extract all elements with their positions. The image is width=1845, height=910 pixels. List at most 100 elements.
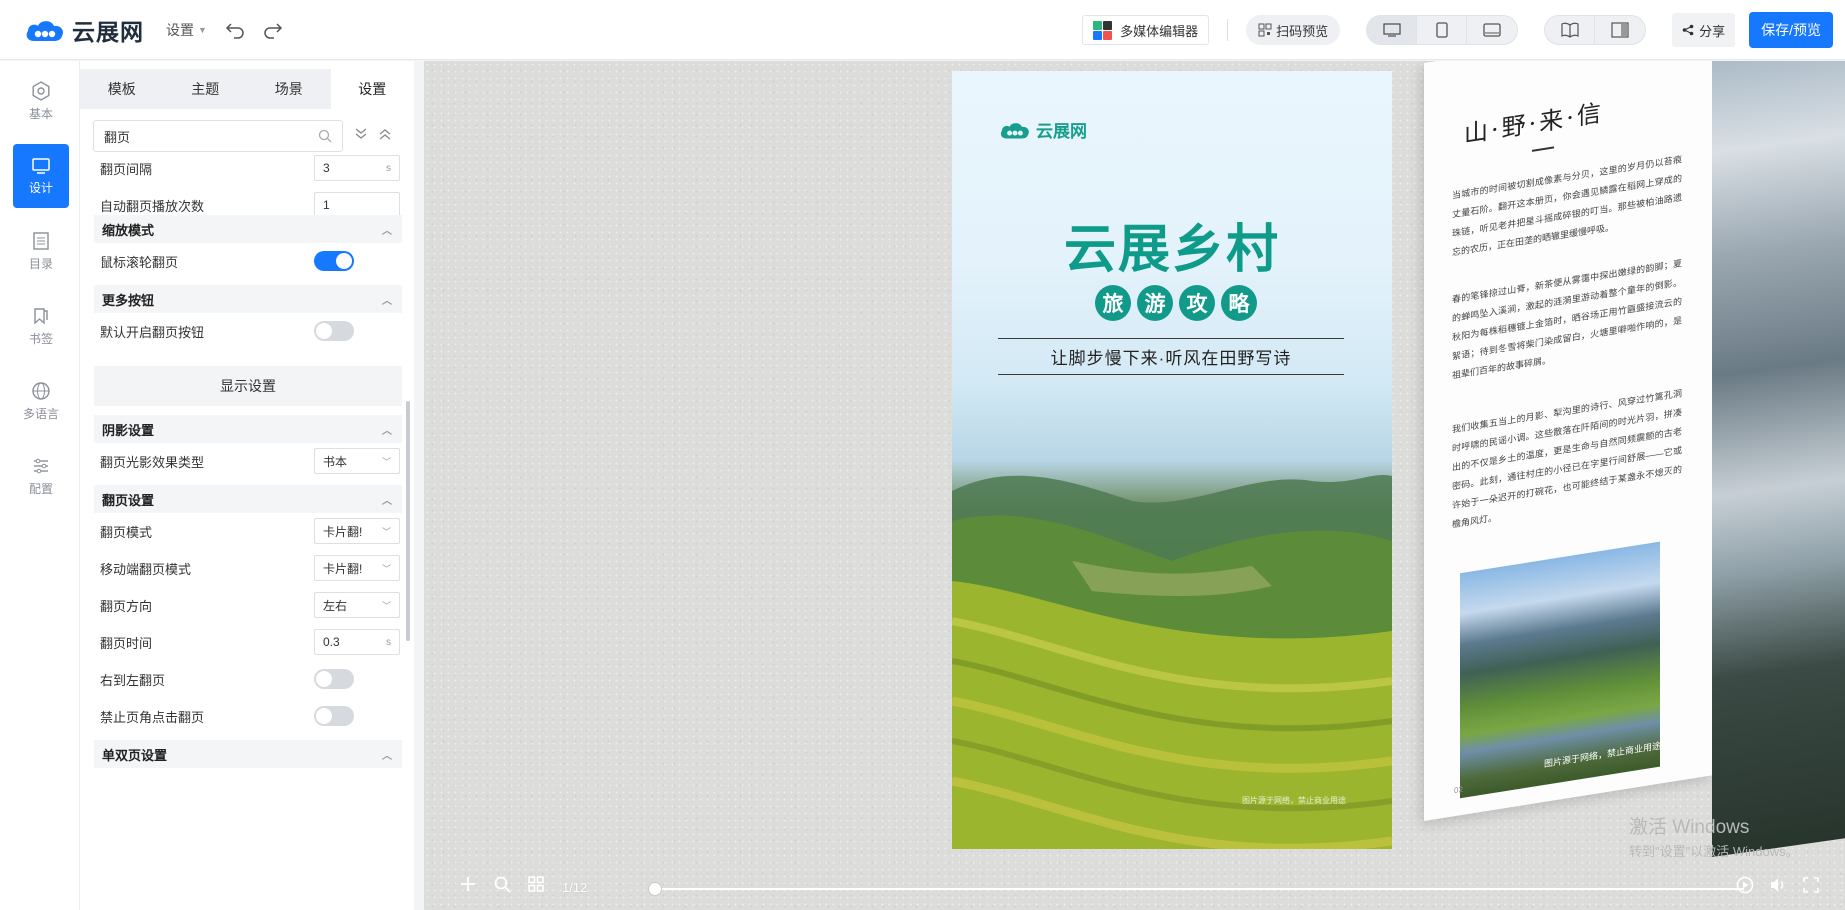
shadow-type-select[interactable]: 书本 ﹀: [314, 448, 400, 474]
shadow-type-value: 书本: [323, 454, 348, 469]
flip-time-value: 0.3: [323, 635, 340, 649]
book-open-icon: [1560, 22, 1579, 38]
circle-badge: 游: [1137, 285, 1173, 321]
flip-direction-value: 左右: [323, 598, 348, 613]
desktop-icon: [1382, 23, 1401, 37]
wheel-flip-label: 鼠标滚轮翻页: [100, 254, 179, 270]
bookmark-icon: [34, 307, 48, 325]
zoom-in-icon[interactable]: [460, 876, 476, 892]
save-preview-button[interactable]: 保存/预览: [1749, 12, 1833, 48]
setting-shadow-type: 翻页光影效果类型 书本 ﹀: [100, 446, 400, 476]
progress-track[interactable]: [654, 888, 1744, 890]
tab-scene[interactable]: 场景: [247, 69, 331, 109]
watermark-line2: 转到"设置"以激活 Windows。: [1629, 844, 1799, 859]
settings-menu[interactable]: 设置 ▼: [166, 20, 207, 40]
multimedia-editor-button[interactable]: 多媒体编辑器: [1082, 15, 1210, 45]
page-mode-switcher: [1544, 15, 1647, 45]
share-icon: [1682, 24, 1694, 36]
tab-template[interactable]: 模板: [80, 69, 164, 109]
cover-logo: 云展网: [998, 117, 1087, 142]
nav-config[interactable]: 配置: [13, 444, 69, 508]
section-flip-settings[interactable]: 翻页设置 ︿: [94, 485, 402, 513]
page-paragraph: 春的笔锋掠过山脊，新茶便从雾霭中探出嫩绿的韵脚；夏的蝉鸣坠入溪涧，激起的涟漪里游…: [1452, 258, 1682, 381]
nav-bookmark[interactable]: 书签: [13, 294, 69, 358]
search-icon[interactable]: [494, 876, 511, 893]
settings-search: [93, 120, 343, 152]
terrace-landscape: [952, 474, 1392, 849]
tab-settings[interactable]: 设置: [330, 69, 414, 109]
volume-icon[interactable]: [1769, 876, 1787, 894]
expand-all-icon[interactable]: [354, 127, 368, 141]
left-navigation: 基本 设计 目录 书签 多语言 配置: [0, 61, 80, 910]
section-zoom-mode[interactable]: 缩放模式 ︿: [94, 215, 402, 243]
setting-default-flip-button: 默认开启翻页按钮: [100, 316, 400, 346]
panel-scrollbar[interactable]: [406, 401, 410, 641]
page-paragraph: 当城市的时间被切割成像素与分贝，这里的岁月仍以苔痕丈量石阶。翻开这本册页，你会遇…: [1452, 154, 1682, 258]
double-page-button[interactable]: [1545, 16, 1596, 44]
flip-mode-select[interactable]: 卡片翻! ﹀: [314, 518, 400, 544]
flip-interval-input[interactable]: 3s: [314, 155, 400, 181]
book-cover-page[interactable]: 云展网 云展乡村 旅 游 攻 略 让脚步慢下来·听风在田野写诗 图片源于网络，禁…: [952, 71, 1392, 849]
cover-tagline: 让脚步慢下来·听风在田野写诗: [998, 338, 1344, 375]
nav-language[interactable]: 多语言: [13, 369, 69, 433]
circle-badge: 旅: [1095, 285, 1131, 321]
rtl-flip-toggle[interactable]: [314, 669, 354, 689]
tablet-view-button[interactable]: [1467, 16, 1517, 44]
nav-catalog[interactable]: 目录: [13, 219, 69, 283]
mobile-view-button[interactable]: [1417, 16, 1468, 44]
settings-search-input[interactable]: [104, 128, 304, 144]
mobile-flip-mode-select[interactable]: 卡片翻! ﹀: [314, 555, 400, 581]
page-paragraph: 我们收集五当上的月影、犁沟里的诗行、风穿过竹篱孔洞时呼啸的民谣小调。这些散落在阡…: [1452, 388, 1682, 530]
zoom-mode-title: 缩放模式: [102, 222, 155, 238]
flip-time-input[interactable]: 0.3 s: [314, 629, 400, 655]
flip-direction-select[interactable]: 左右 ﹀: [314, 592, 400, 618]
panel-tabs: 模板 主题 场景 设置: [80, 69, 414, 109]
chevron-down-icon: ﹀: [381, 563, 391, 574]
autoplay-icon[interactable]: [1736, 876, 1754, 894]
flip-settings-title: 翻页设置: [102, 492, 155, 508]
search-icon[interactable]: [318, 129, 332, 143]
undo-button[interactable]: [225, 21, 245, 39]
auto-flip-times-label: 自动翻页播放次数: [100, 198, 205, 214]
scan-preview-label: 扫码预览: [1276, 23, 1329, 39]
book-inner-page[interactable]: 山·野·来·信 当城市的时间被切割成像素与分贝，这里的岁月仍以苔痕丈量石阶。翻开…: [1424, 61, 1712, 822]
single-page-button[interactable]: [1595, 16, 1645, 44]
desktop-view-button[interactable]: [1367, 16, 1418, 44]
chevron-up-icon: ︿: [382, 425, 392, 437]
catalog-icon: [33, 231, 49, 250]
nav-basic[interactable]: 基本: [13, 69, 69, 133]
collapse-all-icon[interactable]: [378, 127, 392, 141]
nav-language-label: 多语言: [22, 406, 59, 421]
nav-design[interactable]: 设计: [13, 144, 69, 208]
tablet-icon: [1483, 23, 1501, 37]
fullscreen-icon[interactable]: [1802, 876, 1820, 894]
thumbnails-icon[interactable]: [528, 876, 544, 892]
redo-button[interactable]: [263, 21, 283, 39]
mobile-flip-mode-label: 移动端翻页模式: [100, 561, 192, 577]
section-more-buttons[interactable]: 更多按钮 ︿: [94, 285, 402, 313]
flip-direction-label: 翻页方向: [100, 598, 153, 614]
book-preview-canvas: 云展网 云展乡村 旅 游 攻 略 让脚步慢下来·听风在田野写诗 图片源于网络，禁…: [424, 61, 1845, 910]
flip-interval-label: 翻页间隔: [100, 161, 153, 177]
progress-knob[interactable]: [648, 882, 662, 896]
nav-basic-label: 基本: [28, 106, 53, 121]
scan-preview-button[interactable]: 扫码预览: [1246, 15, 1341, 45]
disable-corner-toggle[interactable]: [314, 706, 354, 726]
section-shadow-settings[interactable]: 阴影设置 ︿: [94, 415, 402, 443]
display-settings-header: 显示设置: [94, 366, 402, 406]
chevron-down-icon: ﹀: [381, 526, 391, 537]
globe-icon: [32, 381, 50, 400]
cover-title: 云展乡村: [1063, 219, 1280, 280]
tab-theme[interactable]: 主题: [164, 69, 248, 109]
mobile-flip-mode-value: 卡片翻!: [323, 561, 363, 576]
flip-mode-label: 翻页模式: [100, 524, 153, 540]
share-button[interactable]: 分享: [1672, 13, 1736, 47]
default-flip-button-toggle[interactable]: [314, 321, 354, 341]
app-logo[interactable]: 云展网: [24, 13, 144, 47]
book-next-page-photo[interactable]: [1712, 61, 1845, 857]
disable-corner-label: 禁止页角点击翻页: [100, 709, 205, 725]
wheel-flip-toggle[interactable]: [314, 251, 354, 271]
single-page-icon: [1611, 22, 1629, 38]
share-label: 分享: [1699, 23, 1726, 39]
section-single-double[interactable]: 单双页设置 ︿: [94, 740, 402, 768]
